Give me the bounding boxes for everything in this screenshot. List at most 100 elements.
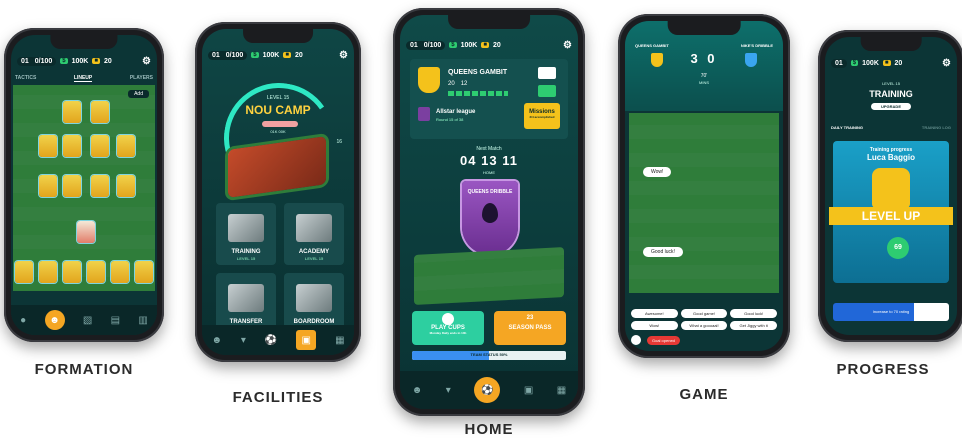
caption-progress: PROGRESS — [836, 361, 930, 378]
bottom-nav: ☻ ▾ ⚽ ▣ ▦ — [400, 371, 578, 409]
opponent-shield[interactable]: QUEENS DRIBBLE — [462, 181, 518, 255]
season-pass-button[interactable]: 23 SEASON PASS — [494, 311, 566, 345]
stats-icon[interactable]: ▥ — [138, 315, 147, 326]
gold-icon: ■ — [92, 58, 100, 64]
bench-card[interactable] — [15, 261, 33, 283]
play-ball-icon[interactable]: ⚽ — [474, 377, 501, 403]
quick-reply[interactable]: Awesome! — [631, 309, 678, 318]
phone-formation: 01 0/100 $100K ■ 20 ⚙ TACTICS LINEUP PLAY… — [4, 28, 164, 342]
level-up-banner: LEVEL UP — [829, 207, 953, 225]
gold-value: 20 — [894, 59, 903, 67]
quick-reply[interactable]: Wow! — [631, 321, 678, 330]
league-round: Round 15 of 38 — [436, 117, 464, 122]
level-badge[interactable]: 01 — [831, 58, 847, 68]
quick-replies: Awesome! Good game! Good luck! Wow! What… — [631, 309, 777, 330]
upgrade-button[interactable]: UPGRADE — [871, 103, 911, 110]
team-icon[interactable]: ☻ — [211, 335, 222, 346]
progress-level: LEVEL 15 — [882, 81, 900, 86]
alert-button[interactable]: Goal opened — [647, 336, 680, 345]
stadium-icon[interactable]: ▦ — [557, 385, 566, 396]
gear-icon[interactable]: ⚙ — [942, 58, 951, 69]
player-card[interactable] — [39, 175, 57, 197]
cups-icon — [442, 313, 454, 325]
player-name: Luca Baggio — [866, 153, 915, 162]
level-badge[interactable]: 01 0/100 — [406, 40, 446, 50]
goalkeeper-card[interactable] — [77, 221, 95, 243]
facilities-topbar: 01 0/100 $100K ■ 20 ⚙ — [208, 47, 348, 63]
mail-icon[interactable] — [538, 67, 556, 79]
cash-icon[interactable] — [538, 85, 556, 97]
facility-tile-training[interactable]: TRAINING LEVEL 15 — [216, 203, 276, 265]
facility-tile-academy[interactable]: ACADEMY LEVEL 15 — [284, 203, 344, 265]
team-icon[interactable]: ☻ — [412, 385, 423, 396]
play-cups-button[interactable]: PLAY CUPS Monday Daily ends in 10h — [412, 311, 484, 345]
countdown-sub: HOME — [483, 170, 495, 175]
showcase-stage: 01 0/100 $100K ■ 20 ⚙ TACTICS LINEUP PLAY… — [0, 0, 962, 444]
add-button[interactable]: Add — [128, 90, 149, 98]
rating-badge: 69 — [887, 237, 909, 259]
club-icon[interactable]: ▣ — [296, 330, 317, 350]
shirt-icon[interactable]: ▾ — [446, 385, 451, 396]
player-card[interactable] — [91, 135, 109, 157]
player-card[interactable] — [91, 101, 109, 123]
bench-card[interactable] — [87, 261, 105, 283]
caption-facilities: FACILITIES — [232, 389, 324, 406]
money-icon: $ — [60, 58, 68, 64]
season-pass-level: 23 — [526, 315, 534, 321]
home-pitch — [414, 247, 564, 305]
cta-button[interactable]: Increase to 70 rating — [833, 303, 949, 321]
ball-icon[interactable]: ⚽ — [265, 335, 277, 346]
play-cups-sub: Monday Daily ends in 10h — [429, 331, 467, 335]
progress-topbar: 01 $100K ■ 20 ⚙ — [831, 55, 951, 71]
formation-tabs: TACTICS LINEUP PLAYERS — [15, 75, 153, 82]
bench-row — [15, 261, 153, 287]
caption-home: HOME — [464, 421, 514, 438]
quick-reply[interactable]: Good game! — [680, 309, 728, 318]
club-icon[interactable]: ▣ — [524, 385, 533, 396]
cards-icon[interactable]: ▧ — [83, 315, 92, 326]
chat-icon[interactable] — [631, 335, 641, 345]
gear-icon[interactable]: ⚙ — [563, 40, 572, 51]
tab-tactics[interactable]: TACTICS — [15, 75, 36, 82]
score: 3 0 — [690, 51, 718, 66]
home-team-name: QUEENS GAMBIT — [635, 43, 669, 48]
phone-progress: 01 $100K ■ 20 ⚙ LEVEL 15 TRAINING UPGRADE… — [818, 30, 962, 342]
phone-notch — [667, 21, 741, 35]
quick-reply[interactable]: What a goooaal! — [680, 321, 728, 330]
bench-card[interactable] — [39, 261, 57, 283]
tab-players[interactable]: PLAYERS — [130, 75, 153, 82]
bench-card[interactable] — [63, 261, 81, 283]
bench-card[interactable] — [135, 261, 153, 283]
phone-notch — [50, 35, 118, 49]
level-badge[interactable]: 01 0/100 — [17, 56, 57, 66]
droplet-icon — [482, 203, 498, 223]
team-crest-icon — [418, 67, 440, 93]
team-card[interactable]: QUEENS GAMBIT 20 12 Allstar league Round… — [410, 59, 568, 139]
gold-icon: ■ — [481, 42, 489, 48]
tab-training-log[interactable]: TRAINING LOG — [922, 125, 951, 130]
jersey-icon — [872, 168, 910, 208]
tab-daily-training[interactable]: DAILY TRAINING — [831, 125, 863, 130]
player-card[interactable] — [91, 175, 109, 197]
player-card[interactable] — [63, 135, 81, 157]
bench-card[interactable] — [111, 261, 129, 283]
team-icon[interactable]: ☻ — [44, 310, 65, 330]
quick-reply[interactable]: Get Jiggy with it — [730, 321, 777, 330]
missions-button[interactable]: Missions 2/4 accomplished — [524, 103, 560, 129]
tab-lineup[interactable]: LINEUP — [73, 75, 93, 82]
list-icon[interactable]: ▤ — [111, 315, 120, 326]
chat-icon[interactable]: ● — [20, 315, 26, 326]
quick-reply[interactable]: Good luck! — [730, 309, 777, 318]
gear-icon[interactable]: ⚙ — [142, 56, 151, 67]
stadium-icon[interactable]: ▦ — [335, 335, 344, 346]
player-card[interactable] — [39, 135, 57, 157]
shirt-icon[interactable]: ▾ — [241, 335, 246, 346]
level-badge[interactable]: 01 0/100 — [208, 50, 248, 60]
player-card[interactable] — [63, 101, 81, 123]
money-icon: $ — [449, 42, 457, 48]
player-card[interactable] — [63, 175, 81, 197]
gear-icon[interactable]: ⚙ — [339, 50, 348, 61]
form-strip — [448, 91, 508, 96]
player-card[interactable] — [117, 175, 135, 197]
player-card[interactable] — [117, 135, 135, 157]
